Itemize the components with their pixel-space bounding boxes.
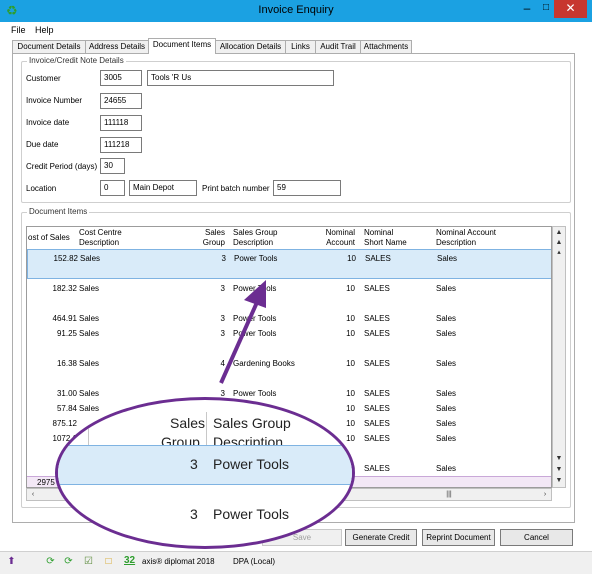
callout-arrow (219, 280, 266, 384)
tab-document-items[interactable]: Document Items (148, 38, 216, 54)
callout-arrow-line (219, 299, 260, 384)
callout-arrow-head (244, 280, 266, 308)
